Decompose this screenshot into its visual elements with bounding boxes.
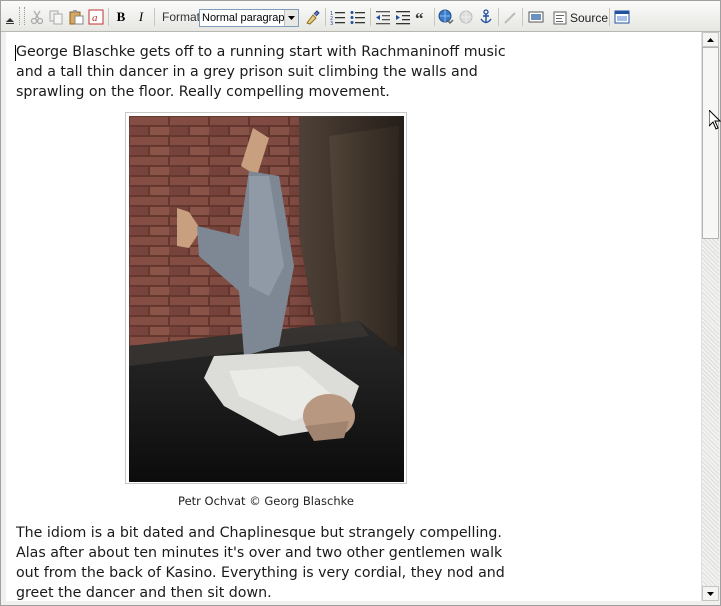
chevron-down-icon: [707, 591, 714, 596]
collapse-icon[interactable]: [4, 3, 16, 27]
chevron-up-icon: [707, 37, 714, 42]
cut-icon[interactable]: [28, 6, 46, 28]
numbered-list-icon[interactable]: 123: [328, 6, 347, 28]
svg-text:3: 3: [330, 21, 333, 25]
paragraph: The idiom is a bit dated and Chaplinesqu…: [16, 525, 505, 601]
paragraph: George Blaschke gets off to a running st…: [16, 44, 506, 100]
bold-icon[interactable]: B: [112, 6, 130, 28]
mouse-pointer-icon: [708, 108, 721, 134]
maximize-icon[interactable]: [612, 6, 632, 28]
scrollbar-thumb[interactable]: [702, 47, 719, 239]
rich-text-editor: a B I Format Normal paragraph 123 “ Sour…: [0, 0, 721, 606]
bullet-list-icon[interactable]: [348, 6, 367, 28]
anchor-icon[interactable]: [476, 6, 495, 28]
editor-content-area[interactable]: George Blaschke gets off to a running st…: [6, 32, 701, 601]
svg-text:“: “: [415, 9, 424, 25]
scroll-down-button[interactable]: [702, 586, 719, 601]
dancer-photo: [129, 116, 404, 482]
toolbar-separator: [522, 8, 523, 26]
embedded-photo[interactable]: [125, 112, 407, 484]
editor-toolbar: a B I Format Normal paragraph 123 “ Sour…: [1, 1, 720, 32]
paste-icon[interactable]: [67, 6, 85, 28]
image-caption: Petr Ochvat © Georg Blaschke: [178, 494, 354, 508]
toolbar-separator: [108, 8, 109, 26]
toolbar-separator: [434, 8, 435, 26]
copy-icon[interactable]: [47, 6, 65, 28]
indent-icon[interactable]: [393, 6, 412, 28]
chevron-down-icon: [284, 10, 298, 26]
source-label: Source: [570, 11, 609, 25]
unlink-icon[interactable]: [456, 6, 475, 28]
toolbar-separator: [609, 8, 610, 26]
remove-format-icon[interactable]: [302, 6, 322, 28]
toolbar-separator: [154, 8, 155, 26]
toolbar-separator: [325, 8, 326, 26]
source-icon: [553, 11, 567, 25]
image-edit-icon[interactable]: [500, 6, 519, 28]
toolbar-separator: [498, 8, 499, 26]
link-icon[interactable]: [436, 6, 455, 28]
italic-icon[interactable]: I: [132, 6, 150, 28]
format-dropdown[interactable]: Normal paragraph: [199, 9, 299, 27]
format-label: Format: [162, 10, 201, 24]
toolbar-grip: [19, 7, 25, 25]
paste-word-icon[interactable]: a: [87, 6, 105, 28]
scroll-up-button[interactable]: [702, 32, 719, 47]
blockquote-icon[interactable]: “: [413, 6, 432, 28]
toolbar-separator: [370, 8, 371, 26]
source-button[interactable]: Source: [553, 9, 608, 27]
outdent-icon[interactable]: [373, 6, 392, 28]
format-dropdown-value: Normal paragraph: [202, 12, 286, 24]
image-icon[interactable]: [526, 6, 546, 28]
svg-text:a: a: [92, 12, 98, 24]
